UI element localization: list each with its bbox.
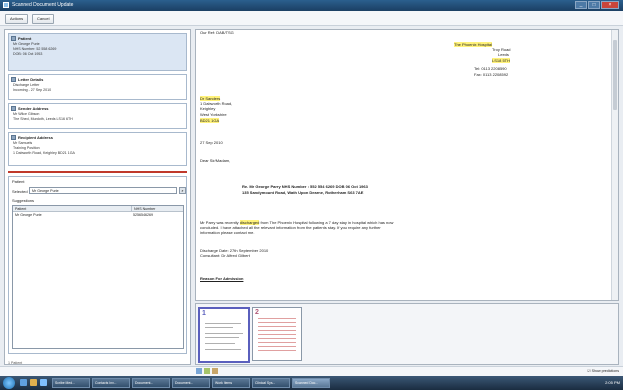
app-icon	[3, 2, 9, 8]
zoom-out-icon[interactable]	[204, 368, 210, 374]
media-icon[interactable]	[40, 379, 47, 386]
taskbar-app-4[interactable]: Document...	[172, 378, 210, 388]
column-header-patient[interactable]: Patient	[13, 206, 131, 212]
page-thumbnail-2[interactable]: 2	[252, 307, 302, 361]
patient-icon	[11, 36, 16, 41]
scrollbar-thumb[interactable]	[613, 40, 617, 110]
panel-splitter[interactable]	[8, 171, 187, 173]
taskbar: Scribe Med... Contacts Inv... Document..…	[0, 376, 623, 390]
salutation: Dear Sir/Madam,	[200, 158, 231, 163]
suggestions-table: Patient NHS Number Mr George Purie 52565…	[12, 205, 184, 349]
column-header-nhs[interactable]: NHS Number	[131, 206, 183, 212]
recipient-line-4: West Yorkshire	[200, 112, 227, 117]
hospital-tel: Tel: 0113 2208590	[474, 66, 507, 71]
taskbar-app-3[interactable]: Document...	[132, 378, 170, 388]
patient-section[interactable]: Patient Mr George Purie NHS Number: 52 5…	[8, 33, 187, 71]
page-thumbnails: 1 2	[195, 303, 619, 365]
recipient-line-3: Keighley	[200, 106, 216, 111]
hospital-city: Leeds	[498, 52, 509, 57]
patient-panel-label: Patient	[12, 179, 25, 184]
page-thumbnail-1[interactable]: 1	[198, 307, 250, 363]
show-predictions-label: Show predictions	[591, 369, 619, 373]
hospital-name: The Phoenix Hospital	[454, 42, 493, 47]
hospital-fax: Fax: 0113 2208592	[474, 72, 509, 77]
left-panel: Patient Mr George Purie NHS Number: 52 5…	[4, 29, 191, 365]
re-line-2: 135 Sandymount Road, Wath Upon Dearne, R…	[242, 190, 364, 195]
re-line-1: Re. Mr George Parry NHS Number : 552 554…	[242, 184, 368, 189]
letter-date: 27 Sep 2010	[200, 140, 223, 145]
taskbar-app-7[interactable]: Scanned Doc...	[292, 378, 330, 388]
sender-address: The Shed, Murdoth, Leeds LS16 6TH	[13, 117, 73, 121]
reason-heading: Reason For Admission	[200, 276, 244, 281]
selected-label: Selected	[12, 189, 28, 194]
vertical-scrollbar[interactable]	[611, 30, 618, 300]
table-cell-patient[interactable]: Mr George Purie	[13, 213, 42, 218]
clock[interactable]: 2:05 PM	[605, 380, 620, 385]
table-cell-nhs[interactable]: 5256546269	[131, 213, 153, 218]
section-title: Letter Details	[18, 77, 44, 82]
document-viewer: Our Ref: DAB/TSG The Phoenix Hospital Tr…	[195, 29, 619, 301]
rotate-icon[interactable]	[212, 368, 218, 374]
section-title: Sender Address	[18, 106, 49, 111]
body-line-3: information please contact me.	[200, 230, 255, 235]
close-button[interactable]: ×	[601, 1, 619, 9]
start-button[interactable]	[3, 377, 15, 389]
title-bar: Scanned Document Update _ □ ×	[0, 0, 623, 11]
maximize-button[interactable]: □	[588, 1, 600, 9]
recipient-address: 1 Dabworth Road, Keighley BD21 1GA	[13, 151, 75, 155]
cancel-button[interactable]: Cancel	[32, 14, 55, 24]
recipient-line-5: BD21 1GA	[200, 118, 220, 123]
toolbar: Actions Cancel	[0, 11, 623, 26]
folder-icon[interactable]	[30, 379, 37, 386]
search-button[interactable]: ⌕	[179, 187, 186, 194]
letter-icon	[11, 77, 16, 82]
taskbar-app-1[interactable]: Scribe Med...	[52, 378, 90, 388]
taskbar-app-2[interactable]: Contacts Inv...	[92, 378, 130, 388]
hospital-postcode: LS18 5TH	[492, 58, 511, 63]
minimize-button[interactable]: _	[575, 1, 587, 9]
page-number: 1	[202, 310, 206, 317]
section-title: Recipient Address	[18, 135, 53, 140]
recipient-address-section[interactable]: Recipient Address Mr Samuels Training Po…	[8, 132, 187, 166]
letter-date: Incoming - 27 Sep 2010	[13, 88, 52, 92]
consultant: Consultant: Dr Alfred Gilbert	[200, 253, 250, 258]
actions-button[interactable]: Actions	[5, 14, 29, 24]
window-title: Scanned Document Update	[12, 2, 74, 8]
patient-count: 1 Patient	[8, 361, 23, 365]
sender-icon	[11, 106, 16, 111]
recipient-icon	[11, 135, 16, 140]
show-predictions-checkbox[interactable]: ☑ Show predictions	[587, 369, 619, 373]
taskbar-app-5[interactable]: Work Items	[212, 378, 250, 388]
letter-details-section[interactable]: Letter Details Discharge Letter Incoming…	[8, 74, 187, 100]
our-ref: Our Ref: DAB/TSG	[200, 30, 234, 35]
section-title: Patient	[18, 36, 32, 41]
ie-icon[interactable]	[20, 379, 27, 386]
sender-address-section[interactable]: Sender Address Mr Wilce Gibson The Shed,…	[8, 103, 187, 129]
patient-dob: DOB: 06 Oct 1953	[13, 52, 43, 56]
selected-patient-input[interactable]: Mr George Purie	[29, 187, 177, 194]
zoom-in-icon[interactable]	[196, 368, 202, 374]
page-number: 2	[255, 309, 259, 316]
patient-match-panel: Patient Selected Mr George Purie ⌕ Sugge…	[8, 176, 187, 354]
suggestions-label: Suggestions	[12, 198, 35, 203]
taskbar-app-6[interactable]: Clinical Sys...	[252, 378, 290, 388]
